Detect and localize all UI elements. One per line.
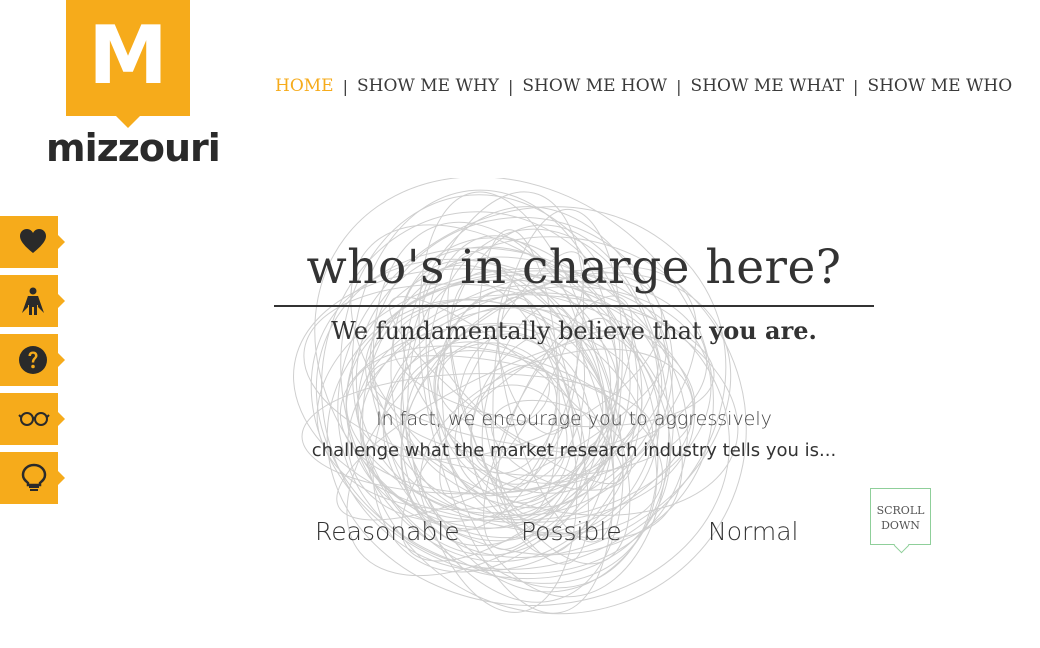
belief-emphasis: you are. <box>709 316 817 345</box>
glasses-icon <box>18 412 50 426</box>
nav-separator: | <box>676 76 682 96</box>
nav-separator: | <box>508 76 514 96</box>
side-tab-heart[interactable] <box>0 216 65 268</box>
nav-show-me-how[interactable]: SHOW ME HOW <box>522 76 667 96</box>
belief-prefix: We fundamentally believe that <box>331 317 710 345</box>
side-tab-superhero[interactable] <box>0 275 65 327</box>
side-tab-lightbulb[interactable] <box>0 452 65 504</box>
superhero-icon <box>22 287 44 315</box>
side-tab-glasses[interactable] <box>0 393 65 445</box>
logo-badge[interactable]: M <box>66 0 190 128</box>
hero-headline: who's in charge here? <box>306 240 842 295</box>
main-nav: HOME | SHOW ME WHY | SHOW ME HOW | SHOW … <box>275 76 1012 96</box>
question-icon <box>19 346 47 374</box>
nav-separator: | <box>342 76 348 96</box>
nav-show-me-why[interactable]: SHOW ME WHY <box>357 76 499 96</box>
side-tab-question[interactable] <box>0 334 65 386</box>
nav-show-me-who[interactable]: SHOW ME WHO <box>867 76 1012 96</box>
hero-paragraph-2: challenge what the market research indus… <box>311 440 837 461</box>
lightbulb-icon <box>21 463 47 491</box>
word-reasonable: Reasonable <box>315 517 460 546</box>
nav-separator: | <box>853 76 859 96</box>
hero-paragraph-1: In fact, we encourage you to aggressivel… <box>376 408 772 430</box>
heart-icon <box>20 229 46 253</box>
nav-home[interactable]: HOME <box>275 76 334 96</box>
scroll-label-line1: SCROLL <box>876 504 925 517</box>
scroll-down-button[interactable]: SCROLL DOWN <box>870 488 931 545</box>
logo-wordmark[interactable]: mizzouri <box>46 126 221 170</box>
nav-show-me-what[interactable]: SHOW ME WHAT <box>691 76 845 96</box>
hero-belief: We fundamentally believe that you are. <box>274 316 874 345</box>
word-possible: Possible <box>521 517 622 546</box>
logo-registered-mark: ® <box>211 144 218 152</box>
headline-divider <box>274 305 874 307</box>
scroll-label-line2: DOWN <box>881 519 920 532</box>
word-normal: Normal <box>708 517 799 546</box>
logo-letter: M <box>88 9 168 102</box>
